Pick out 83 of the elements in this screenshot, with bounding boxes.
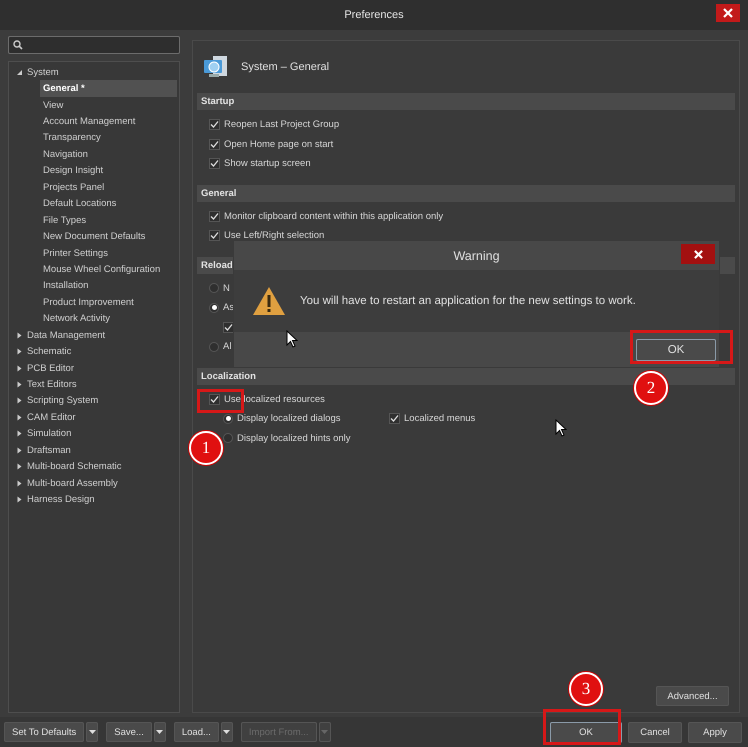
option-label: Reopen Last Project Group: [224, 119, 340, 130]
tree-item[interactable]: Design Insight: [40, 162, 177, 180]
tree-item[interactable]: CAM Editor: [9, 409, 179, 426]
warning-icon: [252, 286, 286, 316]
option-label: Display localized dialogs: [237, 413, 340, 424]
tree-item[interactable]: Data Management: [9, 327, 179, 344]
tree-item[interactable]: Printer Settings: [40, 244, 177, 262]
tree-item[interactable]: File Types: [40, 212, 177, 228]
section-header: General: [197, 184, 735, 202]
close-icon: [694, 250, 702, 258]
option-label: Al: [223, 341, 232, 352]
dropdown-button[interactable]: [220, 722, 233, 742]
tree-item[interactable]: Installation: [40, 278, 177, 294]
checkbox[interactable]: [209, 138, 220, 150]
tree-item[interactable]: Draftsman: [9, 442, 179, 458]
footer-button[interactable]: Load...: [174, 722, 219, 742]
tree-item[interactable]: Mouse Wheel Configuration: [40, 261, 177, 278]
highlight-frame: [197, 389, 244, 413]
search-field[interactable]: [8, 36, 180, 54]
advanced-button[interactable]: Advanced...: [656, 686, 729, 706]
search-icon: [13, 40, 23, 50]
tree-item[interactable]: Account Management: [40, 113, 177, 130]
option-label: Monitor clipboard content within this application only: [224, 210, 444, 222]
tree-item[interactable]: Product Improvement: [40, 294, 177, 311]
ok-button[interactable]: OK: [636, 338, 716, 360]
close-button[interactable]: [681, 244, 715, 264]
close-icon: [723, 8, 733, 18]
option-label: Open Home page on start: [224, 138, 334, 150]
checkbox[interactable]: [209, 230, 220, 242]
step-number: 1: [189, 431, 223, 465]
tree-item[interactable]: Default Locations: [40, 196, 177, 212]
option-label: Display localized hints only: [237, 432, 351, 444]
tree-item[interactable]: Multi-board Assembly: [9, 474, 179, 492]
caret-icon: [321, 730, 328, 734]
tree-item[interactable]: Scripting System: [9, 392, 179, 410]
checkbox[interactable]: [209, 210, 220, 222]
tree-item[interactable]: General *: [40, 80, 177, 97]
caret-icon: [88, 730, 96, 734]
radio-button[interactable]: [209, 283, 219, 294]
warning-message: You will have to restart an application for the new settings to work.: [300, 295, 636, 307]
cursor-icon: [555, 419, 567, 437]
option-label: N: [223, 282, 230, 294]
tree-item[interactable]: Multi-board Schematic: [9, 458, 179, 475]
footer-button[interactable]: Set To Defaults: [4, 722, 84, 742]
tree-item[interactable]: Text Editors: [9, 376, 179, 393]
cursor-icon: [286, 330, 298, 348]
tree-item[interactable]: Network Activity: [40, 310, 177, 327]
caret-icon: [156, 730, 164, 734]
option-label: Show startup screen: [224, 158, 311, 170]
footer-button[interactable]: Save...: [106, 722, 152, 742]
caret-icon: [223, 730, 230, 734]
tree-item[interactable]: New Document Defaults: [40, 228, 177, 245]
checkbox[interactable]: [209, 394, 220, 405]
checkbox[interactable]: [209, 158, 220, 170]
option-label: Use localized resources: [224, 394, 325, 405]
dropdown-button[interactable]: [154, 722, 166, 742]
monitor-icon: [203, 55, 229, 79]
radio-button[interactable]: [209, 302, 219, 313]
tree-item[interactable]: Simulation: [9, 426, 179, 442]
checkbox[interactable]: [223, 322, 234, 333]
option-label: Localized menus: [404, 413, 476, 424]
tree-item[interactable]: Projects Panel: [40, 179, 177, 196]
dialog-button[interactable]: Apply: [688, 722, 742, 742]
checkbox[interactable]: [389, 413, 400, 424]
dialog-button[interactable]: OK: [550, 722, 622, 742]
tree-item[interactable]: System: [9, 64, 179, 80]
page-title: System – General: [241, 61, 330, 73]
section-header: Startup: [197, 93, 735, 110]
tree-item[interactable]: View: [40, 96, 177, 114]
tree-item[interactable]: Transparency: [40, 130, 177, 146]
tree-item[interactable]: Navigation: [40, 146, 177, 163]
close-button[interactable]: [716, 4, 740, 22]
tree-item[interactable]: PCB Editor: [9, 360, 179, 376]
option-label: Use Left/Right selection: [224, 230, 324, 242]
dialog-button[interactable]: Cancel: [628, 722, 682, 742]
dropdown-button[interactable]: [86, 722, 98, 742]
radio-button[interactable]: [223, 414, 233, 424]
radio-button[interactable]: [223, 433, 233, 444]
window-title: Preferences: [344, 9, 404, 21]
tree-item[interactable]: Harness Design: [9, 491, 179, 508]
checkbox[interactable]: [209, 119, 220, 130]
tree-item[interactable]: Schematic: [9, 343, 179, 360]
radio-button[interactable]: [209, 342, 219, 352]
